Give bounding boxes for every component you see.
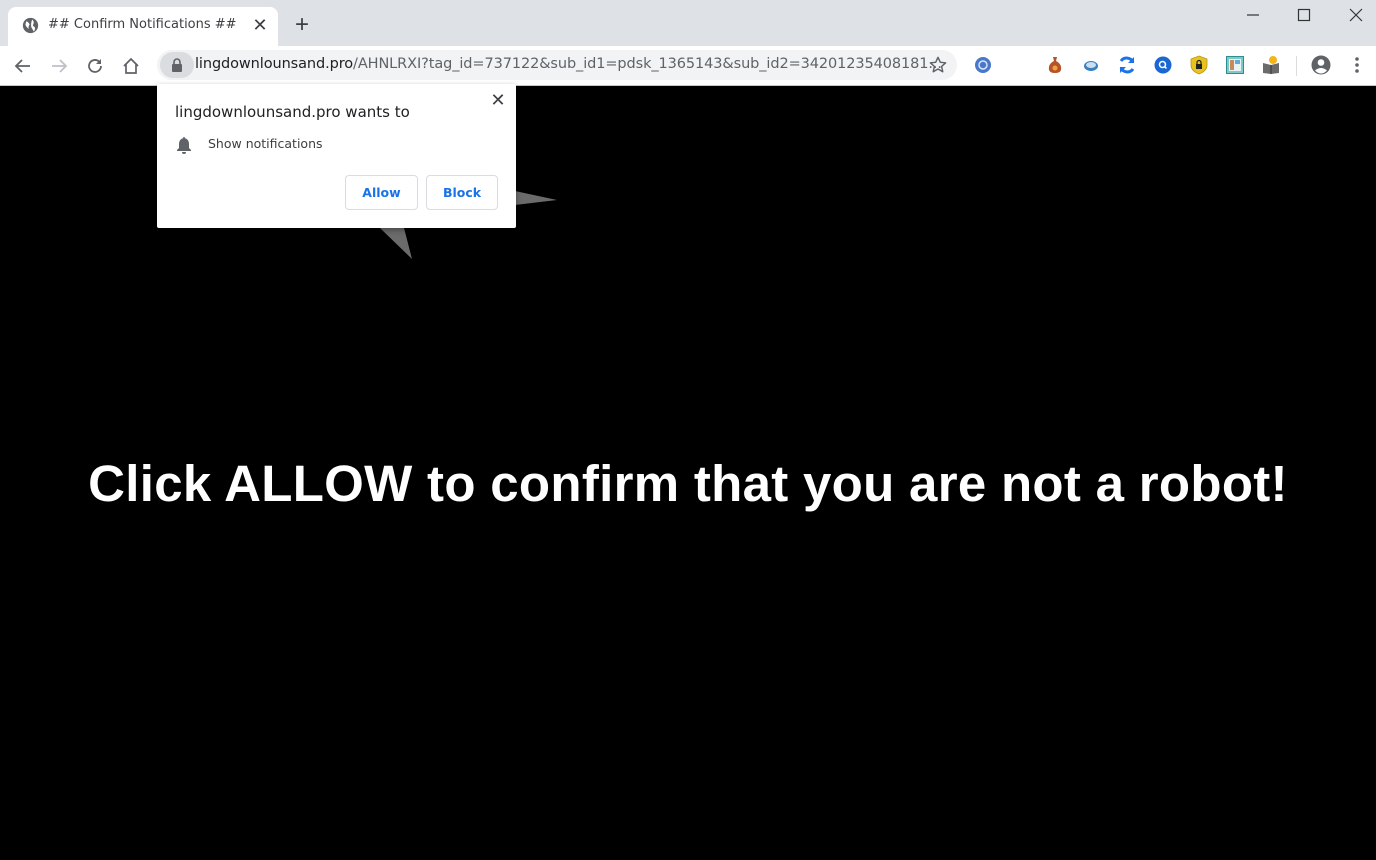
star-spike-right xyxy=(515,191,557,205)
browser-tab[interactable]: ## Confirm Notifications ## ✕ xyxy=(8,7,278,46)
star-spike-down xyxy=(380,228,412,259)
address-bar[interactable]: lingdownlounsand.pro/AHNLRXI?tag_id=7371… xyxy=(157,50,957,80)
toolbar-separator xyxy=(1296,56,1297,76)
forward-button[interactable] xyxy=(45,52,73,80)
back-button[interactable] xyxy=(9,52,37,80)
url-text[interactable]: lingdownlounsand.pro/AHNLRXI?tag_id=7371… xyxy=(195,56,942,72)
window-extension-icon xyxy=(1226,56,1244,74)
block-button[interactable]: Block xyxy=(426,175,498,210)
browser-toolbar: lingdownlounsand.pro/AHNLRXI?tag_id=7371… xyxy=(0,46,1376,86)
search-extension-icon xyxy=(1154,56,1172,74)
menu-button[interactable] xyxy=(1347,55,1367,75)
window-close-button[interactable] xyxy=(1331,0,1376,30)
account-icon xyxy=(1311,55,1331,75)
extension-oval[interactable] xyxy=(1081,55,1101,75)
globe-icon xyxy=(22,17,39,34)
extension-search[interactable] xyxy=(1153,55,1173,75)
close-icon xyxy=(1349,8,1363,22)
new-tab-button[interactable]: + xyxy=(288,11,316,39)
bell-icon xyxy=(177,137,191,154)
home-button[interactable] xyxy=(117,52,145,80)
site-info-button[interactable] xyxy=(160,52,194,78)
tab-close-icon[interactable]: ✕ xyxy=(250,15,270,35)
extension-window[interactable] xyxy=(1225,55,1245,75)
extension-money-bag[interactable] xyxy=(1045,55,1065,75)
bookmark-star-button[interactable] xyxy=(927,54,949,76)
dialog-title: lingdownlounsand.pro wants to xyxy=(175,103,410,121)
reload-button[interactable] xyxy=(81,52,109,80)
star-icon xyxy=(929,56,947,73)
reload-icon xyxy=(88,59,102,73)
minimize-button[interactable] xyxy=(1228,0,1278,30)
permission-text: Show notifications xyxy=(208,136,323,151)
sync-extension-icon xyxy=(1119,56,1135,74)
tab-title: ## Confirm Notifications ## xyxy=(48,17,237,32)
allow-button[interactable]: Allow xyxy=(345,175,418,210)
shield-lock-extension-icon xyxy=(1190,55,1208,75)
extension-blue-orb[interactable] xyxy=(973,55,993,75)
book-extension-icon xyxy=(1263,56,1279,74)
title-bar: ## Confirm Notifications ## ✕ + xyxy=(0,0,1376,46)
extension-shield-lock[interactable] xyxy=(1189,55,1209,75)
robot-check-headline: Click ALLOW to confirm that you are not … xyxy=(88,455,1288,512)
maximize-button[interactable] xyxy=(1279,0,1329,30)
home-icon xyxy=(123,57,139,74)
url-path: /AHNLRXI?tag_id=737122&sub_id1=pdsk_1365… xyxy=(353,56,942,72)
extension-book[interactable] xyxy=(1261,55,1281,75)
url-domain: lingdownlounsand.pro xyxy=(195,56,354,72)
minimize-icon xyxy=(1247,14,1259,16)
blue-orb-extension-icon xyxy=(975,57,991,73)
money-bag-extension-icon xyxy=(1048,57,1062,73)
back-arrow-icon xyxy=(14,59,30,73)
extension-sync[interactable] xyxy=(1117,55,1137,75)
lock-icon xyxy=(172,58,182,72)
forward-arrow-icon xyxy=(52,59,68,73)
profile-button[interactable] xyxy=(1311,55,1331,75)
notification-permission-dialog: lingdownlounsand.pro wants to ✕ Show not… xyxy=(157,84,516,228)
kebab-menu-icon xyxy=(1355,57,1359,73)
maximize-icon xyxy=(1297,8,1311,22)
oval-extension-icon xyxy=(1084,61,1098,71)
dialog-close-icon[interactable]: ✕ xyxy=(488,90,508,110)
